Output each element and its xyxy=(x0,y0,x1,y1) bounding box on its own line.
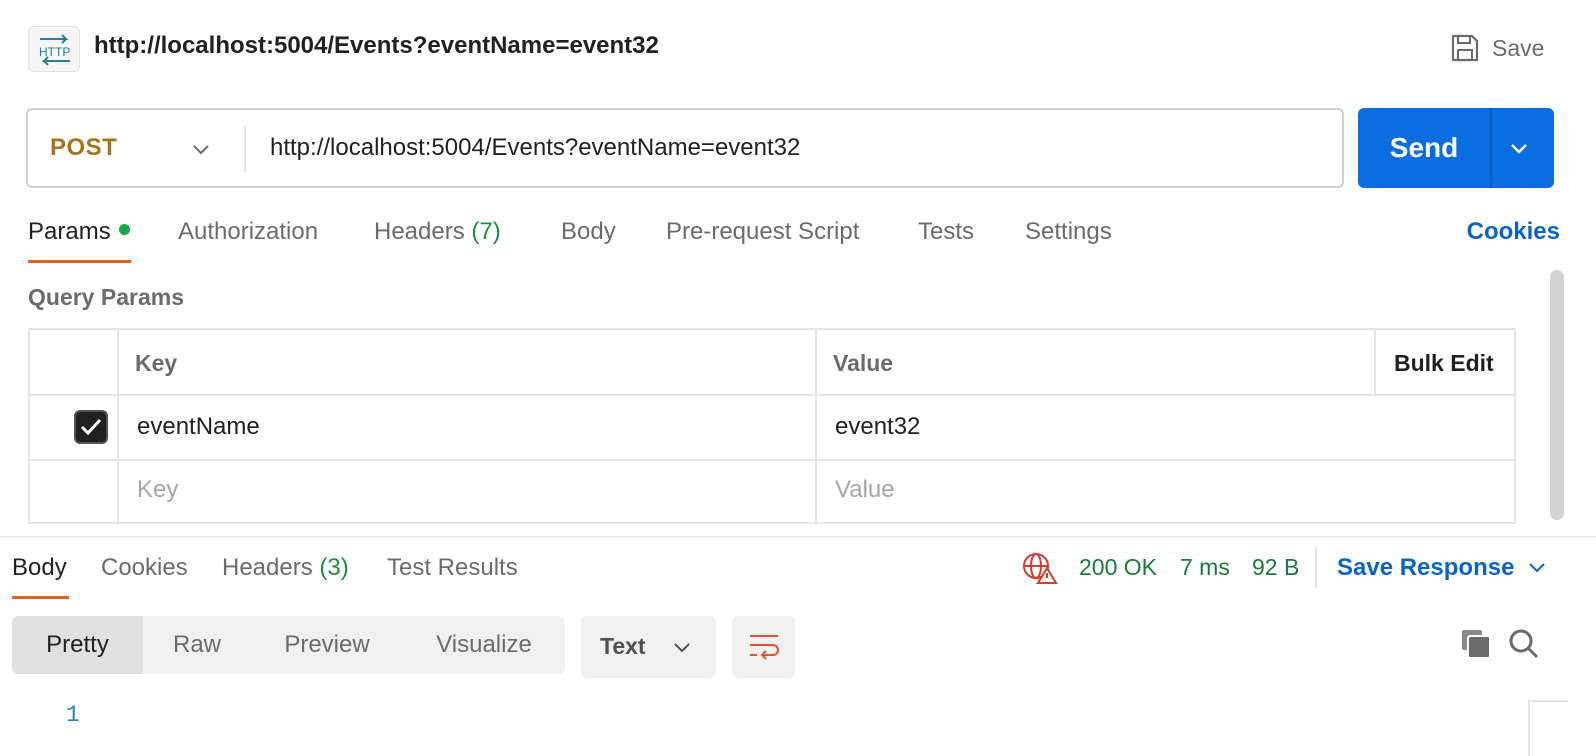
request-tabs: Params Authorization Headers (7) Body Pr… xyxy=(28,214,1568,266)
editor-border xyxy=(1528,700,1568,702)
status-divider xyxy=(1315,546,1317,588)
chevron-down-icon[interactable] xyxy=(1526,558,1548,578)
save-icon xyxy=(1451,34,1479,62)
tab-body[interactable]: Body xyxy=(561,218,616,246)
response-status[interactable]: 200 OK xyxy=(1079,554,1157,581)
tab-tests[interactable]: Tests xyxy=(918,218,974,246)
new-param-key-input[interactable]: Key xyxy=(137,476,178,504)
table-col-divider xyxy=(1374,330,1376,394)
headers-count: (7) xyxy=(471,218,501,245)
network-warning-icon[interactable] xyxy=(1022,552,1058,584)
checkmark-icon xyxy=(80,418,102,436)
param-enabled-checkbox[interactable] xyxy=(74,410,108,444)
format-raw[interactable]: Raw xyxy=(143,616,251,674)
vertical-scrollbar[interactable] xyxy=(1550,270,1564,520)
active-tab-underline xyxy=(28,260,131,263)
tab-params-label: Params xyxy=(28,218,111,245)
column-header-value: Value xyxy=(833,350,894,376)
tab-settings[interactable]: Settings xyxy=(1025,218,1112,246)
column-header-key: Key xyxy=(135,350,178,376)
wrap-lines-icon xyxy=(750,635,779,660)
response-tab-body[interactable]: Body xyxy=(12,554,67,582)
response-tab-test-results[interactable]: Test Results xyxy=(387,554,518,582)
param-key-cell[interactable]: eventName xyxy=(137,413,260,441)
tab-headers-label: Headers xyxy=(374,218,465,245)
tab-params[interactable]: Params xyxy=(28,218,130,246)
url-input[interactable] xyxy=(270,122,1320,174)
cookies-link[interactable]: Cookies xyxy=(1467,218,1560,246)
url-divider xyxy=(244,126,246,172)
request-header: HTTP http://localhost:5004/Events?eventN… xyxy=(28,20,1568,72)
chevron-down-icon xyxy=(674,643,690,653)
send-divider xyxy=(1490,108,1492,188)
line-number: 1 xyxy=(66,702,80,728)
method-select[interactable]: POST xyxy=(50,134,117,162)
active-response-tab-underline xyxy=(12,596,69,599)
request-title[interactable]: http://localhost:5004/Events?eventName=e… xyxy=(94,32,659,60)
save-response-button[interactable]: Save Response xyxy=(1337,554,1514,582)
response-separator[interactable] xyxy=(0,536,1596,538)
tab-authorization[interactable]: Authorization xyxy=(178,218,318,246)
search-icon[interactable] xyxy=(1508,628,1540,660)
response-headers-count: (3) xyxy=(319,554,349,581)
query-params-title: Query Params xyxy=(28,284,184,310)
language-select-label: Text xyxy=(600,633,646,659)
format-pretty[interactable]: Pretty xyxy=(12,616,143,674)
response-time[interactable]: 7 ms xyxy=(1180,554,1230,581)
format-visualize[interactable]: Visualize xyxy=(403,616,565,674)
new-param-value-input[interactable]: Value xyxy=(835,476,895,504)
send-button-group: Send xyxy=(1358,108,1554,188)
chevron-down-icon[interactable] xyxy=(190,138,212,160)
bulk-edit-button[interactable]: Bulk Edit xyxy=(1394,350,1494,377)
response-format-toggle: Pretty Raw Preview Visualize xyxy=(12,616,565,674)
language-select[interactable]: Text xyxy=(581,616,716,678)
param-value-cell[interactable]: event32 xyxy=(835,413,920,441)
response-tab-cookies[interactable]: Cookies xyxy=(101,554,188,582)
url-bar: POST xyxy=(26,108,1344,188)
tab-headers[interactable]: Headers (7) xyxy=(374,218,501,246)
tab-prerequest-script[interactable]: Pre-request Script xyxy=(666,218,859,246)
http-icon-text: HTTP xyxy=(39,45,70,59)
wrap-lines-button[interactable] xyxy=(732,616,795,678)
copy-icon[interactable] xyxy=(1460,628,1492,660)
query-params-table: Key Value Bulk Edit eventName event32 Ke… xyxy=(28,328,1516,524)
table-col-divider xyxy=(117,330,119,522)
table-row-divider xyxy=(30,394,1514,396)
response-headers-label: Headers xyxy=(222,554,313,581)
response-tabs: Body Cookies Headers (3) Test Results 20… xyxy=(12,546,1572,600)
format-preview[interactable]: Preview xyxy=(251,616,403,674)
table-row-divider xyxy=(30,459,1514,461)
editor-border xyxy=(1528,700,1530,756)
response-size[interactable]: 92 B xyxy=(1252,554,1299,581)
save-label: Save xyxy=(1492,34,1545,61)
save-button[interactable]: Save xyxy=(1450,28,1544,68)
response-tab-headers[interactable]: Headers (3) xyxy=(222,554,349,582)
table-col-divider xyxy=(815,330,817,522)
chevron-down-icon[interactable] xyxy=(1506,136,1532,160)
http-request-icon: HTTP xyxy=(28,26,80,72)
send-button[interactable]: Send xyxy=(1358,108,1490,188)
params-active-dot xyxy=(118,224,130,236)
